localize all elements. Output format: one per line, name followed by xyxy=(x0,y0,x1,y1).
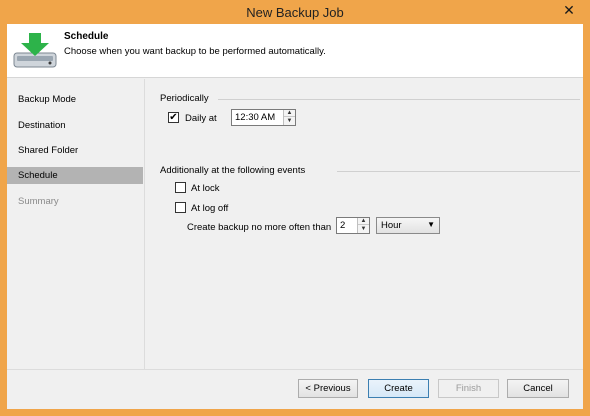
page-title: Schedule xyxy=(64,31,109,42)
time-picker[interactable]: 12:30 AM ▲ ▼ xyxy=(231,109,296,126)
frequency-unit-select[interactable]: Hour ▼ xyxy=(376,217,440,234)
at-logoff-label: At log off xyxy=(191,203,229,214)
time-spinner[interactable]: ▲ ▼ xyxy=(283,110,295,125)
time-value[interactable]: 12:30 AM xyxy=(235,112,275,123)
step-shared-folder[interactable]: Shared Folder xyxy=(7,142,143,159)
spin-up-icon[interactable]: ▲ xyxy=(284,110,295,117)
drive-download-icon xyxy=(13,33,57,68)
window-title: New Backup Job xyxy=(246,5,344,20)
close-icon: ✕ xyxy=(563,2,575,18)
frequency-value[interactable]: 2 xyxy=(340,220,345,231)
backup-job-window: New Backup Job ✕ Schedule Choose when yo… xyxy=(0,0,590,416)
title-bar[interactable]: New Backup Job ✕ xyxy=(0,0,590,24)
at-lock-checkbox[interactable] xyxy=(175,182,186,193)
create-button[interactable]: Create xyxy=(368,379,429,398)
spin-up-icon[interactable]: ▲ xyxy=(358,218,369,225)
previous-button[interactable]: < Previous xyxy=(298,379,358,398)
periodically-divider xyxy=(218,99,580,100)
at-logoff-checkbox[interactable] xyxy=(175,202,186,213)
frequency-stepper[interactable]: 2 ▲ ▼ xyxy=(336,217,370,234)
chevron-down-icon: ▼ xyxy=(427,220,435,229)
daily-checkbox[interactable]: ✔ xyxy=(168,112,179,123)
footer-divider xyxy=(7,369,583,370)
events-group-label: Additionally at the following events xyxy=(160,165,306,176)
at-lock-label: At lock xyxy=(191,183,220,194)
close-button[interactable]: ✕ xyxy=(554,1,584,20)
frequency-spinner[interactable]: ▲ ▼ xyxy=(357,218,369,233)
daily-label: Daily at xyxy=(185,113,217,124)
page-description: Choose when you want backup to be perfor… xyxy=(64,46,326,57)
finish-button: Finish xyxy=(438,379,499,398)
step-schedule[interactable]: Schedule xyxy=(7,167,143,184)
events-divider xyxy=(337,171,580,172)
dialog-client-area: Schedule Choose when you want backup to … xyxy=(7,24,583,409)
periodically-group-label: Periodically xyxy=(160,93,209,104)
schedule-panel: Periodically ✔ Daily at 12:30 AM ▲ ▼ Add… xyxy=(145,79,583,369)
cancel-button[interactable]: Cancel xyxy=(507,379,569,398)
step-summary: Summary xyxy=(18,196,59,207)
step-backup-mode[interactable]: Backup Mode xyxy=(7,91,143,108)
wizard-header: Schedule Choose when you want backup to … xyxy=(7,24,583,78)
checkmark-icon: ✔ xyxy=(169,111,178,123)
spin-down-icon[interactable]: ▼ xyxy=(284,117,295,124)
step-destination[interactable]: Destination xyxy=(7,117,143,134)
wizard-steps: Backup Mode Destination Shared Folder Sc… xyxy=(7,79,144,369)
frequency-label: Create backup no more often than xyxy=(187,222,332,233)
spin-down-icon[interactable]: ▼ xyxy=(358,225,369,232)
unit-value: Hour xyxy=(381,220,402,231)
